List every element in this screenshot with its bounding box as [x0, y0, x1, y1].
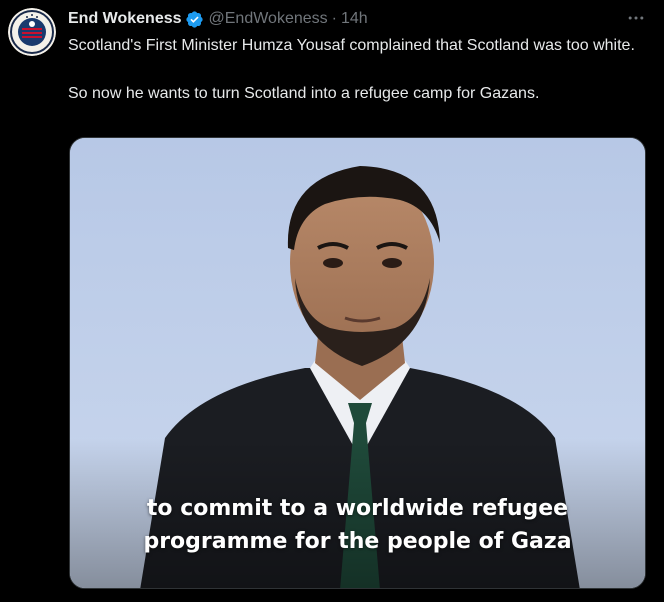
avatar[interactable] [8, 8, 56, 56]
caption-line: programme for the people of Gaza [143, 529, 572, 554]
more-options-icon[interactable] [624, 6, 648, 30]
dot-separator: · [331, 10, 337, 27]
video-media[interactable]: to commit to a worldwide refugee program… [69, 137, 646, 589]
timestamp[interactable]: 14h [341, 10, 368, 28]
tweet[interactable]: End Wokeness @EndWokeness · 14h Scotland… [0, 0, 664, 602]
tweet-paragraph: Scotland's First Minister Humza Yousaf c… [68, 37, 635, 54]
display-name[interactable]: End Wokeness [68, 10, 182, 28]
caption-line: to commit to a worldwide refugee [146, 496, 569, 521]
verified-badge-icon[interactable] [185, 10, 204, 29]
user-handle[interactable]: @EndWokeness [209, 10, 328, 28]
tweet-paragraph: So now he wants to turn Scotland into a … [68, 85, 540, 102]
tweet-text: Scotland's First Minister Humza Yousaf c… [68, 34, 638, 106]
tweet-header: End Wokeness @EndWokeness · 14h [68, 9, 368, 29]
video-caption: to commit to a worldwide refugee program… [70, 492, 645, 558]
